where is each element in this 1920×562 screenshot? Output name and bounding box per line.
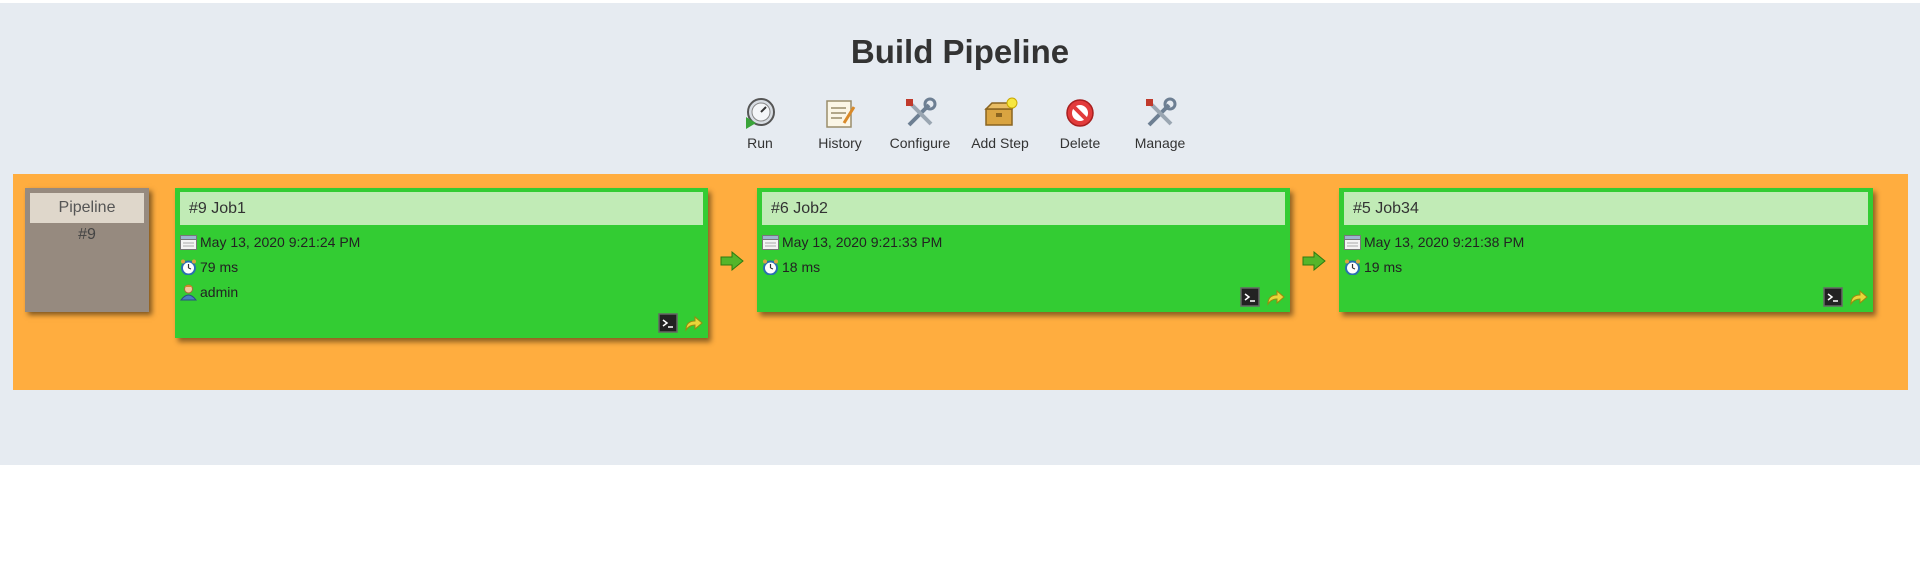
job-card-job1[interactable]: #9 Job1 May 13, 2020 9:21:24 PM 79 ms ad… <box>175 188 708 338</box>
add-step-label: Add Step <box>971 135 1029 151</box>
job-timestamp: May 13, 2020 9:21:24 PM <box>200 234 361 250</box>
job-timestamp: May 13, 2020 9:21:33 PM <box>782 234 943 250</box>
job-timestamp-row: May 13, 2020 9:21:33 PM <box>762 232 942 252</box>
run-button[interactable]: Run <box>720 95 800 151</box>
run-icon <box>746 98 775 129</box>
job-duration: 79 ms <box>200 259 239 275</box>
delete-button[interactable]: Delete <box>1040 95 1120 151</box>
job-duration-row: 18 ms <box>762 257 820 277</box>
manage-icon <box>1146 97 1177 127</box>
rebuild-icon[interactable] <box>1265 287 1285 307</box>
job-title[interactable]: #5 Job34 <box>1344 192 1868 225</box>
job-user-row: admin <box>179 282 238 302</box>
job-timestamp-row: May 13, 2020 9:21:38 PM <box>1344 232 1524 252</box>
configure-icon <box>906 97 937 127</box>
job-duration: 19 ms <box>1364 259 1403 275</box>
delete-icon <box>1066 99 1094 127</box>
toolbar: Run History Configure Add Step Delete Ma… <box>0 95 1920 159</box>
job-duration-row: 19 ms <box>1344 257 1402 277</box>
history-button[interactable]: History <box>800 95 880 151</box>
job-card-job2[interactable]: #6 Job2 May 13, 2020 9:21:33 PM 18 ms <box>757 188 1290 312</box>
job-card-job34[interactable]: #5 Job34 May 13, 2020 9:21:38 PM 19 ms <box>1339 188 1873 312</box>
job-user[interactable]: admin <box>200 284 238 300</box>
calendar-icon <box>180 234 197 250</box>
rebuild-icon[interactable] <box>1848 287 1868 307</box>
page-title: Build Pipeline <box>850 33 1070 70</box>
rebuild-icon[interactable] <box>683 313 703 333</box>
run-label: Run <box>747 135 773 151</box>
job-title[interactable]: #9 Job1 <box>180 192 703 225</box>
clock-icon <box>763 259 778 276</box>
configure-button[interactable]: Configure <box>880 95 960 151</box>
calendar-icon <box>762 234 779 250</box>
arrow-right-icon <box>1302 251 1326 271</box>
pipeline-revision-box[interactable]: Pipeline #9 <box>25 188 149 312</box>
history-icon <box>826 100 856 128</box>
console-icon[interactable] <box>1240 287 1260 307</box>
history-label: History <box>818 135 862 151</box>
job-title[interactable]: #6 Job2 <box>762 192 1285 225</box>
user-icon <box>179 284 198 301</box>
pipeline-number: #9 <box>78 226 96 243</box>
pipeline-label: Pipeline <box>30 193 144 223</box>
manage-button[interactable]: Manage <box>1120 95 1200 151</box>
clock-icon <box>1345 259 1360 276</box>
delete-label: Delete <box>1059 135 1101 151</box>
job-timestamp-row: May 13, 2020 9:21:24 PM <box>180 232 360 252</box>
job-duration-row: 79 ms <box>180 257 238 277</box>
calendar-icon <box>1344 234 1361 250</box>
console-icon[interactable] <box>1823 287 1843 307</box>
clock-icon <box>181 259 196 276</box>
add-step-icon <box>984 97 1018 126</box>
job-timestamp: May 13, 2020 9:21:38 PM <box>1364 234 1525 250</box>
add-step-button[interactable]: Add Step <box>960 95 1040 151</box>
arrow-right-icon <box>720 251 744 271</box>
configure-label: Configure <box>889 135 951 151</box>
job-duration: 18 ms <box>782 259 821 275</box>
console-icon[interactable] <box>658 313 678 333</box>
manage-label: Manage <box>1134 135 1186 151</box>
